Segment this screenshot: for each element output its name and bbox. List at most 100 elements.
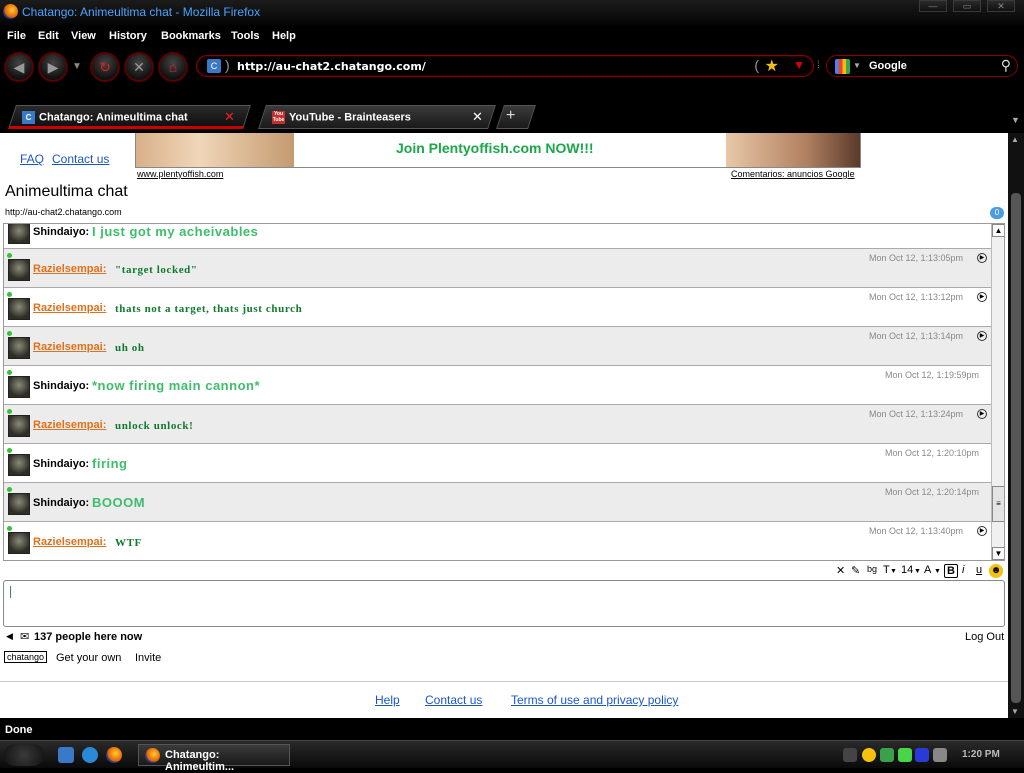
message-username[interactable]: Razielsempai: bbox=[33, 536, 106, 548]
back-button[interactable]: ◀ bbox=[4, 52, 34, 82]
message-username[interactable]: Shindaiyo: bbox=[33, 497, 89, 509]
close-window-button[interactable]: ✕ bbox=[987, 0, 1015, 12]
menu-bookmarks[interactable]: Bookmarks bbox=[161, 30, 221, 42]
message-options-icon[interactable]: ▶ bbox=[977, 331, 987, 341]
footer-terms-link[interactable]: Terms of use and privacy policy bbox=[511, 693, 678, 707]
message-username[interactable]: Razielsempai: bbox=[33, 263, 106, 275]
pen-icon[interactable]: ✎ bbox=[851, 564, 860, 578]
message-options-icon[interactable]: ▶ bbox=[977, 409, 987, 419]
home-button[interactable]: ⌂ bbox=[158, 52, 188, 82]
chat-scroll-down-button[interactable]: ▼ bbox=[992, 547, 1004, 560]
text-color-button[interactable]: T bbox=[883, 564, 890, 578]
message-username[interactable]: Razielsempai: bbox=[33, 419, 106, 431]
stop-button[interactable]: ✕ bbox=[124, 52, 154, 82]
page-scrollbar[interactable]: ▲ ▼ bbox=[1008, 133, 1024, 718]
maximize-button[interactable]: ▭ bbox=[953, 0, 981, 12]
history-dropdown-icon[interactable]: ▼ bbox=[72, 61, 82, 72]
message-username[interactable]: Shindaiyo: bbox=[33, 380, 89, 392]
user-avatar[interactable] bbox=[8, 337, 30, 359]
menu-help[interactable]: Help bbox=[272, 30, 296, 42]
message-username[interactable]: Shindaiyo: bbox=[33, 458, 89, 470]
ad-left-link[interactable]: www.plentyoffish.com bbox=[137, 169, 223, 179]
ad-right-link[interactable]: Comentarios: anuncios Google bbox=[731, 169, 855, 179]
clock[interactable]: 1:20 PM bbox=[962, 749, 1000, 760]
envelope-icon[interactable]: ✉ bbox=[20, 630, 29, 643]
search-bar[interactable]: ▼ Google ⚲ bbox=[826, 55, 1018, 77]
tray-battery-icon[interactable] bbox=[898, 748, 912, 762]
chat-scrollbar[interactable]: ▲ ≡ ▼ bbox=[991, 224, 1004, 560]
message-input[interactable] bbox=[3, 580, 1005, 627]
menu-view[interactable]: View bbox=[71, 30, 96, 42]
message-options-icon[interactable]: ▶ bbox=[977, 526, 987, 536]
user-avatar[interactable] bbox=[8, 415, 30, 437]
page-scroll-down-icon[interactable]: ▼ bbox=[1011, 707, 1019, 716]
search-engine-label[interactable]: Google bbox=[869, 60, 907, 72]
new-tab-icon[interactable]: + bbox=[506, 107, 515, 125]
menu-edit[interactable]: Edit bbox=[38, 30, 59, 42]
url-bar[interactable]: C ) http://au-chat2.chatango.com/ ( ★ ▼ bbox=[196, 55, 814, 77]
user-avatar[interactable] bbox=[8, 298, 30, 320]
bold-button[interactable]: B bbox=[944, 564, 958, 578]
user-avatar[interactable] bbox=[8, 532, 30, 554]
faq-link[interactable]: FAQ bbox=[20, 152, 44, 166]
logout-link[interactable]: Log Out bbox=[965, 631, 1004, 643]
menu-history[interactable]: History bbox=[109, 30, 147, 42]
collapse-arrow-icon[interactable]: ◀ bbox=[6, 631, 13, 642]
reload-button[interactable]: ↻ bbox=[90, 52, 120, 82]
chat-scroll-thumb[interactable]: ≡ bbox=[992, 486, 1004, 522]
unread-badge[interactable]: 0 bbox=[990, 207, 1004, 219]
forward-button[interactable]: ▶ bbox=[38, 52, 68, 82]
message-options-icon[interactable]: ▶ bbox=[977, 292, 987, 302]
footer-help-link[interactable]: Help bbox=[375, 693, 400, 707]
search-icon[interactable]: ⚲ bbox=[1001, 57, 1011, 74]
underline-button[interactable]: u bbox=[976, 564, 982, 578]
footer-contact-link[interactable]: Contact us bbox=[425, 693, 482, 707]
page-scroll-thumb[interactable] bbox=[1011, 193, 1021, 703]
tray-media-icon[interactable] bbox=[915, 748, 929, 762]
italic-button[interactable]: i bbox=[962, 564, 964, 578]
tab-chatango-label-wrap[interactable]: C Chatango: Animeultima chat bbox=[22, 111, 188, 129]
close-tab-youtube-icon[interactable]: ✕ bbox=[472, 109, 483, 125]
page-scroll-up-icon[interactable]: ▲ bbox=[1011, 135, 1019, 144]
people-count[interactable]: 137 people here now bbox=[34, 631, 142, 643]
tab-youtube-label-wrap[interactable]: You Tube YouTube - Brainteasers bbox=[272, 111, 411, 129]
message-username[interactable]: Shindaiyo: bbox=[33, 226, 89, 238]
chat-scroll-up-button[interactable]: ▲ bbox=[992, 224, 1004, 237]
tab-list-icon[interactable]: ▼ bbox=[1011, 115, 1020, 125]
user-avatar[interactable] bbox=[8, 454, 30, 476]
tray-messenger-icon[interactable] bbox=[862, 748, 876, 762]
quicklaunch-media-icon[interactable] bbox=[82, 747, 98, 763]
close-tab-chatango-icon[interactable]: ✕ bbox=[224, 109, 235, 125]
bookmark-star-icon[interactable]: ★ bbox=[765, 56, 779, 76]
get-your-own-link[interactable]: Get your own bbox=[56, 652, 121, 664]
user-avatar[interactable] bbox=[8, 224, 30, 244]
tray-users-icon[interactable] bbox=[880, 748, 894, 762]
background-button[interactable]: bg bbox=[867, 564, 877, 578]
user-avatar[interactable] bbox=[8, 493, 30, 515]
user-avatar[interactable] bbox=[8, 376, 30, 398]
message-options-icon[interactable]: ▶ bbox=[977, 253, 987, 263]
menu-file[interactable]: File bbox=[7, 30, 26, 42]
clear-format-icon[interactable]: ✕ bbox=[836, 564, 845, 578]
engine-dropdown-icon[interactable]: ▼ bbox=[853, 61, 861, 70]
emoticon-icon[interactable]: ☻ bbox=[989, 564, 1003, 578]
font-icon[interactable]: A bbox=[924, 564, 931, 578]
invite-link[interactable]: Invite bbox=[135, 652, 161, 664]
quicklaunch-firefox-icon[interactable] bbox=[106, 747, 122, 763]
quicklaunch-desktop-icon[interactable] bbox=[58, 747, 74, 763]
message-username[interactable]: Razielsempai: bbox=[33, 302, 106, 314]
start-button[interactable] bbox=[4, 744, 44, 766]
chatango-logo[interactable]: chatango bbox=[4, 651, 48, 663]
tray-network-icon[interactable] bbox=[933, 748, 947, 762]
message-username[interactable]: Razielsempai: bbox=[33, 341, 106, 353]
ad-text[interactable]: Join Plentyoffish.com NOW!!! bbox=[396, 140, 594, 156]
url-text[interactable]: http://au-chat2.chatango.com/ bbox=[237, 60, 426, 73]
taskbar-firefox-task[interactable]: Chatango: Animeultim... bbox=[138, 744, 290, 773]
url-dropdown-icon[interactable]: ▼ bbox=[793, 58, 805, 72]
google-icon[interactable] bbox=[835, 59, 850, 74]
minimize-button[interactable]: — bbox=[919, 0, 947, 12]
tray-arrow-icon[interactable] bbox=[843, 748, 857, 762]
new-tab-button[interactable] bbox=[496, 105, 536, 129]
menu-tools[interactable]: Tools bbox=[231, 30, 260, 42]
ad-banner[interactable]: Join Plentyoffish.com NOW!!! bbox=[135, 133, 861, 168]
